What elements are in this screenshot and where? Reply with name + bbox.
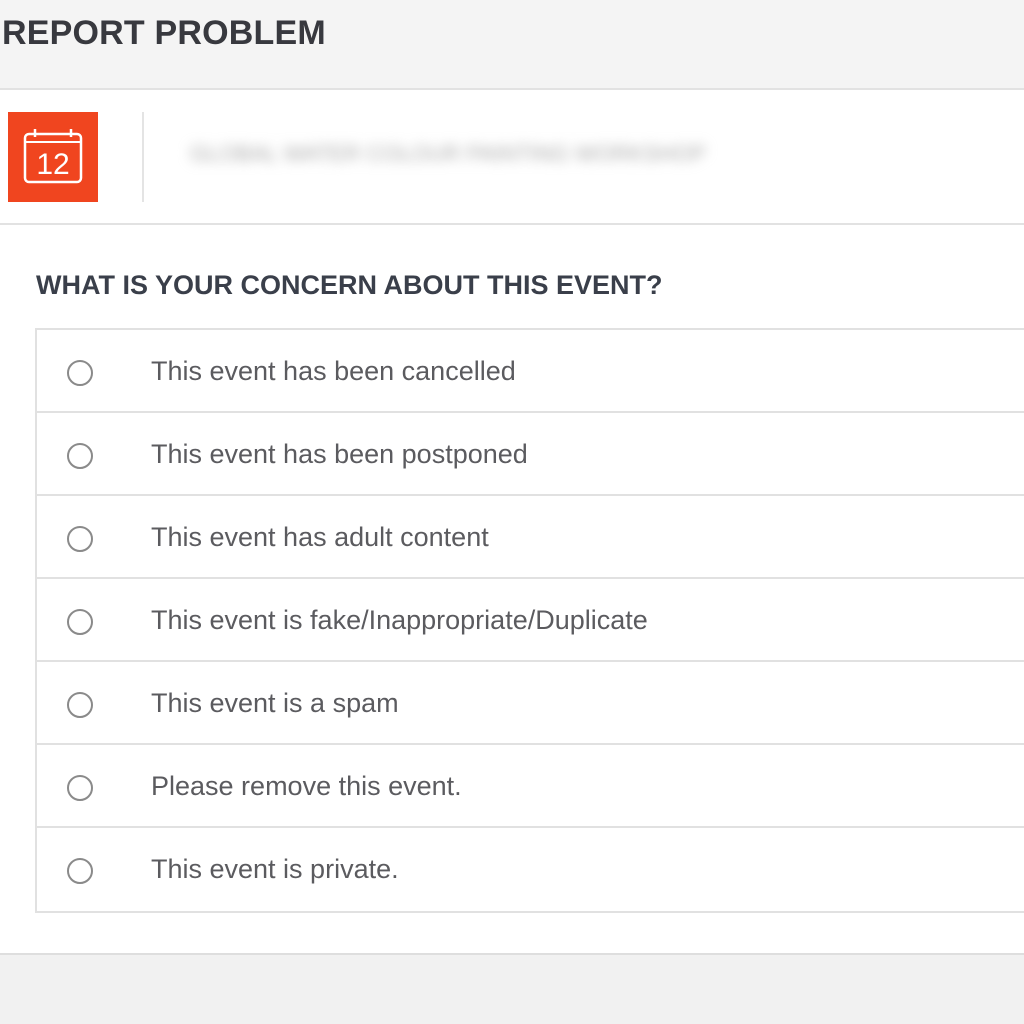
calendar-day: 12 (36, 148, 69, 181)
option-fake[interactable]: This event is fake/Inappropriate/Duplica… (37, 579, 1024, 662)
option-label: This event is a spam (151, 688, 399, 718)
concern-question: WHAT IS YOUR CONCERN ABOUT THIS EVENT? (36, 270, 663, 300)
radio-button[interactable] (67, 858, 93, 884)
dialog-footer (0, 953, 1024, 1024)
radio-button[interactable] (67, 443, 93, 469)
event-summary: 12 GLOBAL WATER COLOUR PAINTING WORKSHOP (0, 90, 1024, 225)
option-label: This event is fake/Inappropriate/Duplica… (151, 605, 648, 635)
dialog-title: REPORT PROBLEM (2, 14, 326, 52)
radio-button[interactable] (67, 526, 93, 552)
option-label: This event is private. (151, 854, 399, 884)
dialog-header: REPORT PROBLEM (0, 0, 1024, 90)
event-divider (142, 112, 144, 202)
option-label: This event has been cancelled (151, 356, 516, 386)
radio-button[interactable] (67, 360, 93, 386)
calendar-icon: 12 (8, 112, 98, 202)
option-cancelled[interactable]: This event has been cancelled (37, 330, 1024, 413)
radio-button[interactable] (67, 775, 93, 801)
option-postponed[interactable]: This event has been postponed (37, 413, 1024, 496)
concern-options: This event has been cancelled This event… (35, 328, 1024, 913)
option-label: Please remove this event. (151, 771, 462, 801)
option-label: This event has been postponed (151, 439, 528, 469)
option-private[interactable]: This event is private. (37, 828, 1024, 911)
option-remove[interactable]: Please remove this event. (37, 745, 1024, 828)
radio-button[interactable] (67, 692, 93, 718)
option-label: This event has adult content (151, 522, 489, 552)
radio-button[interactable] (67, 609, 93, 635)
option-spam[interactable]: This event is a spam (37, 662, 1024, 745)
event-name: GLOBAL WATER COLOUR PAINTING WORKSHOP (190, 141, 706, 166)
option-adult-content[interactable]: This event has adult content (37, 496, 1024, 579)
